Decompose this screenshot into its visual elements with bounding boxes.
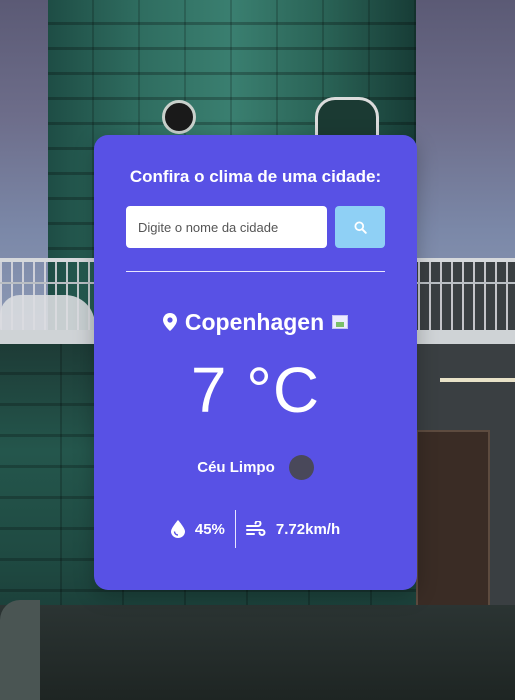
building-door: [416, 430, 490, 610]
porthole: [162, 100, 196, 134]
search-icon: [353, 220, 367, 234]
card-title: Confira o clima de uma cidade:: [129, 167, 382, 186]
wind-icon: [245, 521, 266, 536]
weather-description: Céu Limpo: [197, 458, 275, 476]
wind-stat: 7.72km/h: [236, 521, 350, 538]
street: [0, 605, 515, 700]
pipe: [0, 600, 40, 700]
temperature-unit: °C: [246, 354, 321, 426]
weather-card: Confira o clima de uma cidade: Copenhage…: [94, 135, 417, 590]
city-search-input[interactable]: [126, 206, 327, 248]
description-row: Céu Limpo: [94, 453, 417, 481]
search-button[interactable]: [335, 206, 385, 248]
temperature-value: 7: [190, 354, 228, 426]
weather-icon: [288, 454, 314, 480]
city-row: Copenhagen: [94, 307, 417, 337]
humidity-value: 45%: [194, 520, 225, 538]
country-flag-icon: [332, 315, 349, 329]
map-pin-icon: [162, 313, 177, 331]
droplet-icon: [170, 520, 185, 538]
wind-value: 7.72km/h: [275, 520, 341, 538]
divider: [126, 271, 385, 272]
building-light: [440, 378, 515, 382]
humidity-stat: 45%: [161, 520, 235, 538]
temperature: 7 °C: [94, 353, 417, 427]
city-name: Copenhagen: [184, 308, 325, 335]
weather-details: 45% 7.72km/h: [94, 509, 417, 549]
